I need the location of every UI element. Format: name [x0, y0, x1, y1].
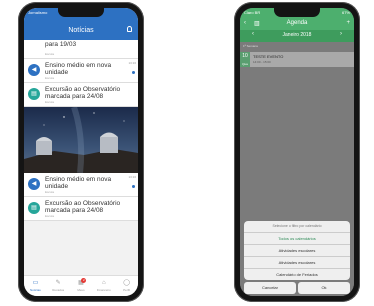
- phone-notch: [58, 8, 104, 17]
- sheet-header: Selecione o filtro por calendário: [272, 224, 322, 228]
- calendar-icon: ▤: [28, 202, 40, 214]
- tab-mine[interactable]: ▦ 2 Meus: [70, 276, 93, 296]
- calendar-filter-sheet: Selecione o filtro por calendário Todos …: [244, 221, 350, 280]
- phone-notch: [274, 8, 320, 17]
- ok-button[interactable]: Ok: [298, 282, 350, 294]
- phone-news: Jornalismo Notícias para 19/03 Escola ◀ …: [18, 2, 144, 302]
- tab-profile[interactable]: ◯ Perfil: [115, 276, 138, 296]
- news-item-time: 13:16: [128, 175, 136, 179]
- news-item-title: para 19/03: [45, 41, 77, 48]
- filter-option[interactable]: Atividades escolares: [244, 244, 350, 256]
- news-item[interactable]: para 19/03 Escola: [24, 40, 138, 59]
- month-bar: ‹ Janeiro 2018 ›: [240, 30, 354, 42]
- news-item[interactable]: ▤ Excursão ao Observatório marcada para …: [24, 197, 138, 221]
- news-item-source: Escola: [45, 52, 55, 56]
- filter-option[interactable]: Todos os calendários: [244, 232, 350, 244]
- status-carrier: Claro BR: [244, 10, 261, 15]
- news-item-source: Escola: [45, 214, 55, 218]
- add-icon[interactable]: +: [346, 20, 350, 26]
- news-item-time: 13:16: [128, 61, 136, 65]
- megaphone-icon: ◀: [28, 64, 40, 76]
- observatory-photo: [24, 107, 138, 173]
- tab-label: Perfil: [123, 288, 130, 292]
- profile-icon: ◯: [123, 280, 130, 286]
- unread-dot: [132, 71, 135, 74]
- event-title: TESTE EVENTO: [253, 54, 284, 59]
- news-item-title: Excursão ao Observatório marcada para 24…: [45, 86, 121, 100]
- agenda-event[interactable]: 10 Qua TESTE EVENTO 14:00 - 15:00: [240, 52, 354, 67]
- agenda-screen: Claro BR 67% ‹ ▥ Agenda + ‹ Janeiro 2018…: [240, 8, 354, 296]
- event-date-badge: 10 Qua: [240, 52, 250, 67]
- tab-label: Notícias: [29, 288, 41, 292]
- page-title: Agenda: [286, 20, 308, 26]
- tab-label: Meus: [77, 288, 85, 292]
- unread-dot: [132, 185, 135, 188]
- megaphone-icon: ◀: [28, 178, 40, 190]
- news-item-title: Ensino médio em nova unidade: [45, 62, 112, 76]
- event-weekday: Qua: [242, 62, 248, 66]
- pencil-icon: ✎: [55, 280, 61, 286]
- status-battery: 67%: [341, 10, 350, 15]
- status-carrier: Jornalismo: [28, 10, 48, 15]
- news-item-title: Ensino médio em nova unidade: [45, 176, 112, 190]
- bell-icon[interactable]: [127, 26, 132, 32]
- news-screen: Jornalismo Notícias para 19/03 Escola ◀ …: [24, 8, 138, 296]
- news-item[interactable]: ▤ Excursão ao Observatório marcada para …: [24, 83, 138, 107]
- news-item-source: Escola: [45, 190, 55, 194]
- finance-icon: ⌂: [101, 280, 106, 286]
- calendar-icon: ▤: [28, 88, 40, 100]
- cancel-button[interactable]: Cancelar: [244, 282, 296, 294]
- page-title: Notícias: [68, 27, 94, 34]
- news-item-source: Escola: [45, 100, 55, 104]
- tab-finance[interactable]: ⌂ Financeiro: [92, 276, 115, 296]
- tab-label: Financeiro: [96, 288, 111, 292]
- tab-bar: ▭ Notícias ✎ Recados ▦ 2 Meus ⌂ Financei…: [24, 275, 138, 296]
- filter-option[interactable]: Atividades escolares: [244, 256, 350, 268]
- news-item[interactable]: ◀ Ensino médio em nova unidade Escola 13…: [24, 59, 138, 83]
- event-day: 10: [242, 53, 248, 59]
- week-section-label: 1ª Semana: [243, 44, 258, 48]
- news-item[interactable]: ◀ Ensino médio em nova unidade Escola 13…: [24, 173, 138, 197]
- filter-option[interactable]: Calendário de Feriados: [244, 268, 350, 280]
- sheet-buttons: Cancelar Ok: [244, 282, 350, 294]
- news-item-title: Excursão ao Observatório marcada para 24…: [45, 200, 121, 214]
- month-label: Janeiro 2018: [282, 32, 312, 38]
- news-icon: ▭: [32, 280, 39, 286]
- tab-label: Recados: [52, 288, 65, 292]
- tab-messages[interactable]: ✎ Recados: [47, 276, 70, 296]
- phone-agenda: Claro BR 67% ‹ ▥ Agenda + ‹ Janeiro 2018…: [234, 2, 360, 302]
- event-time: 14:00 - 15:00: [253, 60, 271, 64]
- news-item-source: Escola: [45, 76, 55, 80]
- observatory-illustration: [24, 107, 138, 173]
- tab-news[interactable]: ▭ Notícias: [24, 276, 47, 296]
- next-month-icon[interactable]: ›: [340, 31, 342, 37]
